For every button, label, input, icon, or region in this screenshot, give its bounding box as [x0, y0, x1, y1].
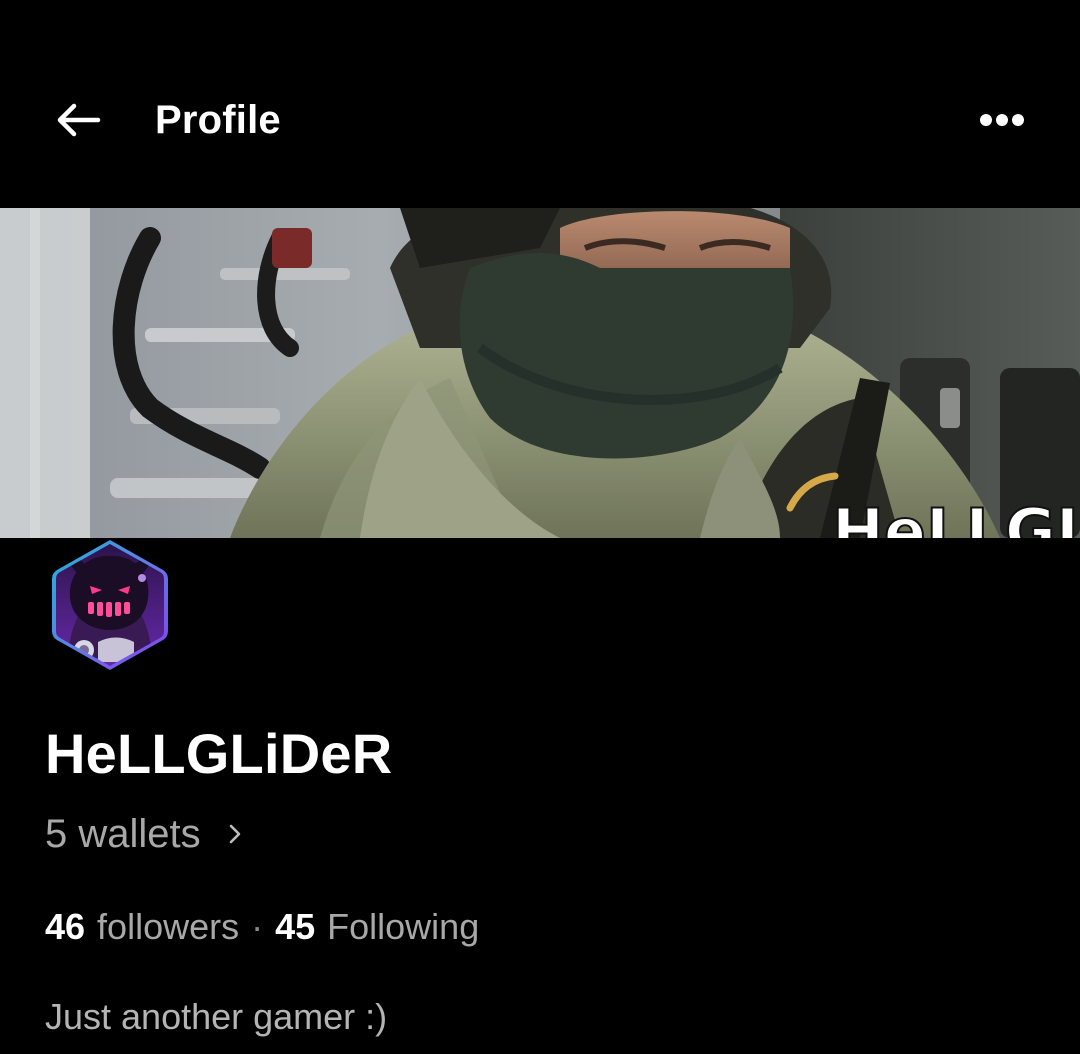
following-label: Following — [327, 906, 480, 947]
followers-label: followers — [97, 906, 240, 947]
banner-overlay-text: HeLLGL — [832, 495, 1080, 538]
profile-screen: Profile HeLLGL HeLLGLiDeR 5 wallets 46 f… — [0, 0, 1080, 1054]
followers-link[interactable]: 46 followers — [45, 906, 239, 948]
stats-separator: · — [251, 906, 264, 947]
chevron-right-icon — [227, 822, 243, 846]
arrow-left-icon — [57, 103, 101, 137]
page-title: Profile — [155, 98, 281, 142]
followers-count: 46 — [45, 906, 86, 947]
follow-stats: 46 followers · 45 Following — [45, 902, 479, 952]
more-options-button[interactable] — [962, 88, 1042, 152]
profile-bio: Just another gamer :) — [45, 996, 388, 1037]
profile-banner-image: HeLLGL — [0, 208, 1080, 538]
back-button[interactable] — [40, 86, 116, 154]
avatar[interactable] — [48, 538, 172, 672]
wallets-link[interactable]: 5 wallets — [45, 806, 243, 862]
top-app-bar: Profile — [0, 0, 1080, 208]
more-horizontal-icon — [980, 114, 1024, 126]
following-link[interactable]: 45 Following — [275, 906, 479, 948]
display-name: HeLLGLiDeR — [45, 722, 393, 785]
following-count: 45 — [275, 906, 316, 947]
wallets-count-label: 5 wallets — [45, 811, 201, 856]
